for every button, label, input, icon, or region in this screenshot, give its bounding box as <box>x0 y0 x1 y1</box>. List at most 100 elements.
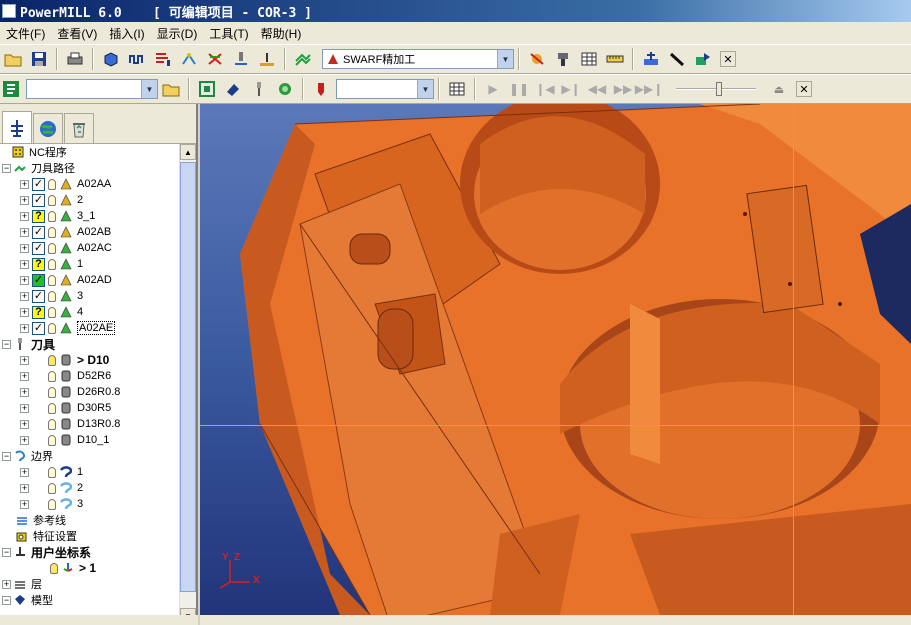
lightbulb-icon[interactable] <box>48 290 56 302</box>
expand-icon[interactable]: + <box>20 323 29 333</box>
grid-icon[interactable] <box>446 78 468 100</box>
tool-item[interactable]: + D26R0.8 <box>0 384 180 400</box>
expand-icon[interactable]: + <box>20 355 29 365</box>
tool-item[interactable]: + D13R0.8 <box>0 416 180 432</box>
lightbulb-icon[interactable] <box>48 322 56 334</box>
tree-item-toolpaths[interactable]: − 刀具路径 <box>0 160 180 176</box>
toolpath-status-icon[interactable]: ? <box>32 305 45 319</box>
toolpath-status-icon[interactable]: ✓ <box>32 225 45 239</box>
strategy-icon[interactable] <box>292 48 314 70</box>
menu-tools[interactable]: 工具(T) <box>203 25 254 42</box>
expand-icon[interactable]: + <box>20 227 29 237</box>
step-back-icon[interactable]: ❙◀ <box>534 78 556 100</box>
speed-slider[interactable] <box>676 79 766 99</box>
collapse-icon[interactable]: − <box>2 451 11 461</box>
pencil-icon[interactable] <box>666 48 688 70</box>
tab-explorer[interactable] <box>2 111 32 143</box>
toolpath-status-icon[interactable]: ✓ <box>32 193 45 207</box>
toolpath-status-icon[interactable]: ? <box>32 209 45 223</box>
expand-icon[interactable]: + <box>20 243 29 253</box>
open-folder-icon[interactable] <box>2 48 24 70</box>
lightbulb-icon[interactable] <box>48 386 56 398</box>
fast-forward-icon[interactable]: ▶▶ <box>612 78 634 100</box>
start-end-point-icon[interactable] <box>204 48 226 70</box>
toolpath-item[interactable]: + ✓ 3 <box>0 288 180 304</box>
expand-icon[interactable]: + <box>20 195 29 205</box>
tab-web[interactable] <box>33 113 63 143</box>
tool-item[interactable]: + > D10 <box>0 352 180 368</box>
toolpath-status-icon[interactable]: ✓ <box>32 177 45 191</box>
collapse-icon[interactable]: − <box>2 163 11 173</box>
boundary-item[interactable]: +3 <box>0 496 180 512</box>
lightbulb-icon[interactable] <box>48 226 56 238</box>
lightbulb-icon[interactable] <box>48 418 56 430</box>
tree-item-ncprograms[interactable]: NC程序 <box>0 144 180 160</box>
tree-item-boundaries[interactable]: − 边界 <box>0 448 180 464</box>
rewind-icon[interactable]: ◀◀ <box>586 78 608 100</box>
chevron-down-icon[interactable]: ▼ <box>417 80 433 98</box>
rapid-move-icon[interactable] <box>126 48 148 70</box>
lightbulb-icon[interactable] <box>48 194 56 206</box>
lightbulb-icon[interactable] <box>48 274 56 286</box>
menu-help[interactable]: 帮助(H) <box>255 25 308 42</box>
open-folder-icon[interactable] <box>160 78 182 100</box>
pause-icon[interactable]: ❚❚ <box>508 78 530 100</box>
graphics-viewport[interactable]: Y Z X <box>200 104 911 615</box>
expand-icon[interactable]: + <box>20 467 29 477</box>
strategy-select[interactable]: SWARF精加工 ▼ <box>322 49 514 69</box>
lightbulb-icon[interactable] <box>48 258 56 270</box>
lightbulb-icon[interactable] <box>48 466 56 478</box>
toolpath-item[interactable]: +? 3_1 <box>0 208 180 224</box>
close-icon[interactable]: ✕ <box>796 81 812 97</box>
stock-model-icon[interactable] <box>692 48 714 70</box>
toolpath-item[interactable]: + ✓ A02AC <box>0 240 180 256</box>
lightbulb-icon[interactable] <box>48 370 56 382</box>
toolpath-item[interactable]: +? 4 <box>0 304 180 320</box>
save-icon[interactable] <box>28 48 50 70</box>
block-icon[interactable] <box>100 48 122 70</box>
scroll-thumb[interactable] <box>180 162 196 592</box>
toolpath-item[interactable]: + ✓ A02AB <box>0 224 180 240</box>
toolpath-status-icon[interactable]: ✓ <box>32 273 45 287</box>
step-forward-icon[interactable]: ▶❙ <box>560 78 582 100</box>
expand-icon[interactable]: + <box>20 419 29 429</box>
go-end-icon[interactable]: ▶▶❙ <box>635 78 664 100</box>
ncprogram-select[interactable]: ▼ <box>26 79 158 99</box>
lightbulb-icon[interactable] <box>48 242 56 254</box>
tool-item[interactable]: + D30R5 <box>0 400 180 416</box>
tool-icon[interactable] <box>248 78 270 100</box>
chevron-down-icon[interactable]: ▼ <box>141 80 157 98</box>
measure-icon[interactable] <box>604 48 626 70</box>
tree-item-models[interactable]: − 模型 <box>0 592 180 608</box>
chevron-down-icon[interactable]: ▼ <box>497 50 513 68</box>
simulation-select[interactable]: ▼ <box>336 79 434 99</box>
lightbulb-icon[interactable] <box>48 482 56 494</box>
slider-thumb[interactable] <box>716 82 722 96</box>
expand-icon[interactable]: + <box>20 371 29 381</box>
menu-view[interactable]: 查看(V) <box>51 25 103 42</box>
expand-icon[interactable]: + <box>20 387 29 397</box>
tree-item-levels[interactable]: + 层 <box>0 576 180 592</box>
ncprogram-icon[interactable] <box>0 78 22 100</box>
toolpath-status-icon[interactable]: ✓ <box>32 289 45 303</box>
lightbulb-icon[interactable] <box>48 354 56 366</box>
expand-icon[interactable]: + <box>20 291 29 301</box>
toolpath-status-icon[interactable]: ✓ <box>32 241 45 255</box>
menu-insert[interactable]: 插入(I) <box>103 25 150 42</box>
toolpath-item[interactable]: + ✓ A02AA <box>0 176 180 192</box>
tool-item[interactable]: + D10_1 <box>0 432 180 448</box>
explorer-scrollbar[interactable]: ▲ ▼ <box>179 144 196 625</box>
boundary-item[interactable]: +2 <box>0 480 180 496</box>
eject-icon[interactable]: ⏏ <box>768 78 790 100</box>
tree-item-workplane[interactable]: > 1 <box>0 560 180 576</box>
lightbulb-icon[interactable] <box>48 306 56 318</box>
toolpath-item[interactable]: + ✓ A02AE <box>0 320 180 336</box>
tool-holder-icon[interactable] <box>552 48 574 70</box>
expand-icon[interactable]: + <box>20 499 29 509</box>
expand-icon[interactable]: + <box>20 275 29 285</box>
tool-axis-icon[interactable] <box>230 48 252 70</box>
record-icon[interactable] <box>274 78 296 100</box>
lightbulb-icon[interactable] <box>48 210 56 222</box>
toolpath-item[interactable]: + ✓ 2 <box>0 192 180 208</box>
expand-icon[interactable]: + <box>20 483 29 493</box>
